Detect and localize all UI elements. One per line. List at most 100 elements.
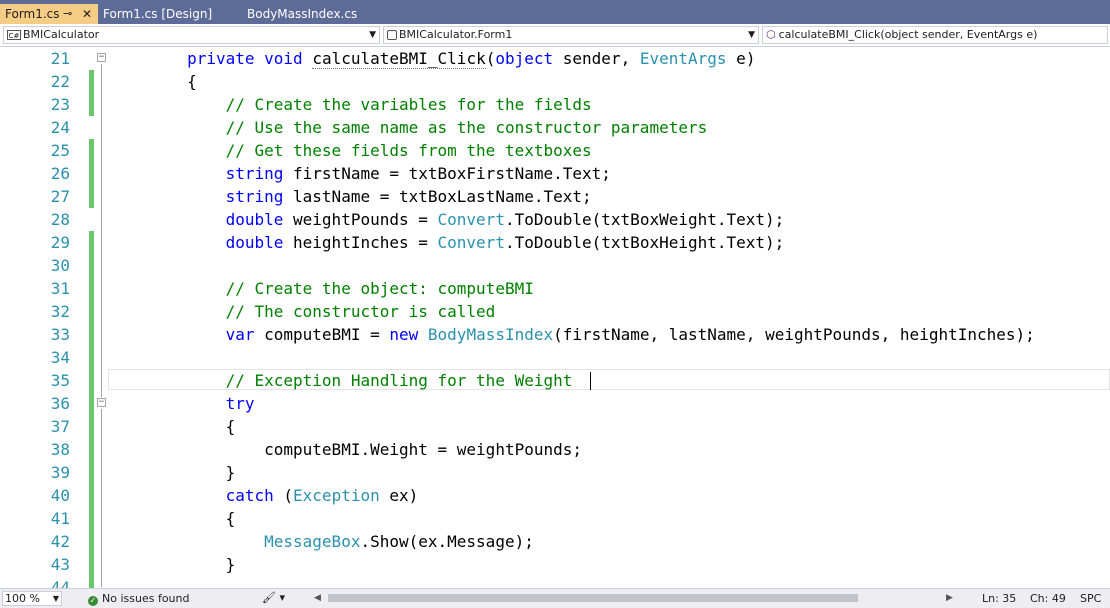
change-marker [89,507,94,530]
code-line: 28 double weightPounds = Convert.ToDoubl… [0,208,1110,231]
change-marker [89,300,94,323]
code-text: } [225,463,236,482]
code-text: var computeBMI = new BodyMassIndex(first… [225,325,1035,344]
project-dropdown[interactable]: C# BMICalculator ▼ [3,26,380,44]
csharp-project-icon: C# [7,30,21,40]
collapse-icon[interactable]: − [97,53,106,62]
code-line: 44 [0,576,1110,588]
tab-bodymassindex-cs[interactable]: BodyMassIndex.cs [242,4,384,24]
change-marker [89,70,94,93]
code-text: double weightPounds = Convert.ToDouble(t… [225,210,785,229]
pin-icon[interactable]: ⊸ [63,4,72,24]
line-indicator[interactable]: Ln: 35 [982,591,1016,606]
tab-label: BodyMassIndex.cs [247,7,358,21]
code-line: 22 { [0,70,1110,93]
document-tab-strip: Form1.cs ⊸ ✕ Form1.cs [Design] BodyMassI… [0,0,1110,24]
method-icon: ⬡ [766,28,776,41]
line-number: 42 [50,532,70,551]
code-line: 29 double heightInches = Convert.ToDoubl… [0,231,1110,254]
change-marker [89,576,94,588]
change-marker [89,346,94,369]
code-text: try [225,394,255,413]
change-marker [89,461,94,484]
code-text: string firstName = txtBoxFirstName.Text; [225,164,611,183]
line-number: 39 [50,463,70,482]
code-line: 30 [0,254,1110,277]
change-marker [89,185,94,208]
code-line: 37 { [0,415,1110,438]
code-line: 21 − private void calculateBMI_Click(obj… [0,47,1110,70]
zoom-dropdown[interactable]: 100 % ▼ [2,591,62,606]
change-marker [89,93,94,116]
class-dropdown[interactable]: BMICalculator.Form1 ▼ [383,26,759,44]
code-cleanup-icon[interactable]: 🖌 ▾ [262,590,285,606]
tab-form1-design[interactable]: Form1.cs [Design] [98,4,240,24]
tab-label: Form1.cs [Design] [103,7,213,21]
code-line: 43 } [0,553,1110,576]
line-number: 23 [50,95,70,114]
line-number: 40 [50,486,70,505]
code-line: 24 // Use the same name as the construct… [0,116,1110,139]
chevron-down-icon: ▼ [748,30,755,40]
line-number: 29 [50,233,70,252]
code-editor[interactable]: 21 − private void calculateBMI_Click(obj… [0,47,1110,588]
line-number: 31 [50,279,70,298]
chevron-down-icon: ▼ [369,30,376,40]
class-icon [387,30,397,40]
code-text: // Create the variables for the fields [225,95,592,114]
code-text: // The constructor is called [225,302,496,321]
whitespace-mode[interactable]: SPC [1080,591,1101,606]
line-number: 24 [50,118,70,137]
navigation-bar: C# BMICalculator ▼ BMICalculator.Form1 ▼ … [0,24,1110,47]
collapse-icon[interactable]: − [97,398,106,407]
change-marker [89,392,94,415]
code-text: MessageBox.Show(ex.Message); [264,532,534,551]
text-caret [590,372,591,390]
code-text: double heightInches = Convert.ToDouble(t… [225,233,785,252]
line-number: 35 [50,371,70,390]
line-number: 28 [50,210,70,229]
code-text: } [225,555,236,574]
issues-indicator[interactable]: ✓ No issues found [88,591,189,606]
code-line: 31 // Create the object: computeBMI [0,277,1110,300]
change-marker [89,530,94,553]
line-number: 32 [50,302,70,321]
line-number: 41 [50,509,70,528]
line-number: 21 [50,49,70,68]
line-number: 26 [50,164,70,183]
check-circle-icon: ✓ [88,596,98,606]
class-name: BMICalculator.Form1 [399,28,513,41]
line-number: 37 [50,417,70,436]
line-number: 30 [50,256,70,275]
change-marker [89,231,94,254]
code-line: 38 computeBMI.Weight = weightPounds; [0,438,1110,461]
line-number: 44 [50,578,70,588]
code-text: catch (Exception ex) [225,486,419,505]
project-name: BMICalculator [23,28,100,41]
change-marker [89,369,94,392]
line-number: 43 [50,555,70,574]
scroll-right-icon[interactable]: ▶ [946,590,953,606]
tab-label: Form1.cs [5,7,60,21]
chevron-down-icon: ▼ [52,594,59,603]
change-marker [89,484,94,507]
tab-form1-cs[interactable]: Form1.cs ⊸ ✕ [0,4,98,24]
code-line: 40 catch (Exception ex) [0,484,1110,507]
code-line: 41 { [0,507,1110,530]
code-line: 36 − try [0,392,1110,415]
horizontal-scrollbar[interactable] [316,594,940,602]
code-line: 25 // Get these fields from the textboxe… [0,139,1110,162]
line-number: 36 [50,394,70,413]
column-indicator[interactable]: Ch: 49 [1030,591,1066,606]
close-icon[interactable]: ✕ [82,4,92,24]
code-text: // Create the object: computeBMI [225,279,534,298]
zoom-level: 100 % [5,592,40,605]
change-marker [89,438,94,461]
line-number: 34 [50,348,70,367]
code-line: 23 // Create the variables for the field… [0,93,1110,116]
issues-text: No issues found [102,592,190,605]
scrollbar-thumb[interactable] [328,594,858,602]
member-dropdown[interactable]: ⬡ calculateBMI_Click(object sender, Event… [762,26,1108,44]
code-text: // Exception Handling for the Weight [225,371,573,390]
change-marker [89,323,94,346]
